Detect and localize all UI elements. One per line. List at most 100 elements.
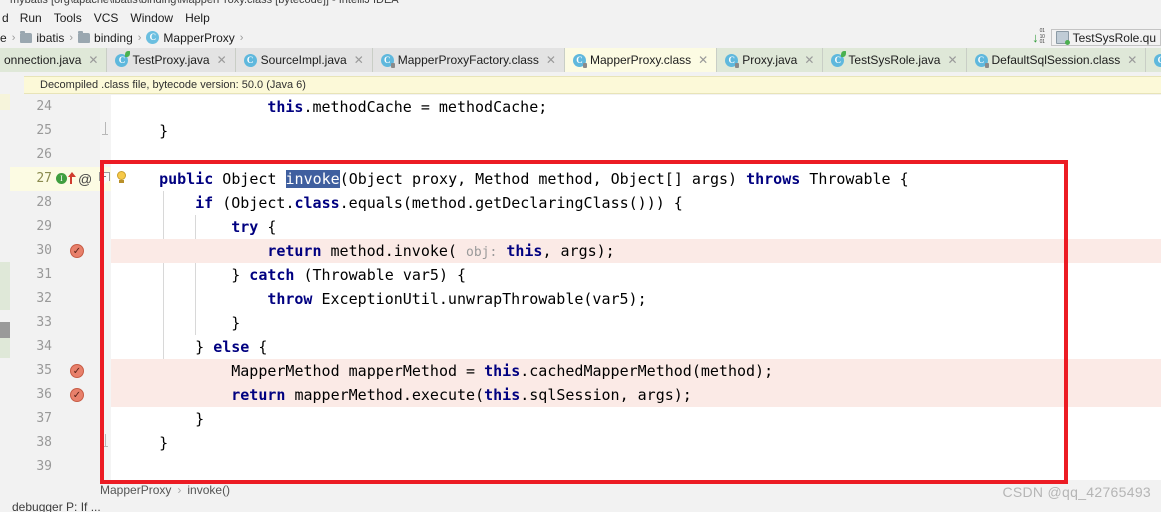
tab-defaultsqlsession-class[interactable]: C DefaultSqlSession.class ✕	[966, 48, 1147, 72]
code-line[interactable]: 33}	[10, 311, 1161, 335]
code-text[interactable]: throw ExceptionUtil.unwrapThrowable(var5…	[267, 287, 646, 311]
class-locked-icon: C	[572, 53, 587, 68]
bottom-breadcrumb-class[interactable]: MapperProxy	[100, 483, 171, 497]
code-line[interactable]: 26	[10, 143, 1161, 167]
code-token: (Object proxy, Method method, Object[] a…	[339, 170, 747, 188]
code-editor[interactable]: 24 this.methodCache = methodCache; 25} 26 27…	[10, 95, 1161, 480]
code-line[interactable]: 37}	[10, 407, 1161, 431]
code-text[interactable]: }	[195, 407, 204, 431]
breadcrumb-item-ibatis[interactable]: ibatis	[20, 30, 64, 45]
tab-label: SourceImpl.java	[260, 53, 347, 67]
code-line[interactable]: 25}	[10, 119, 1161, 143]
code-text[interactable]: } else {	[195, 335, 267, 359]
tab-mapperproxyfactory-class[interactable]: C MapperProxyFactory.class ✕	[372, 48, 565, 72]
code-text[interactable]: }	[159, 119, 168, 143]
tab-configuration-class[interactable]: C Configuration.class	[1146, 48, 1161, 72]
code-text[interactable]: }	[159, 431, 168, 455]
annotation-at-icon[interactable]: @	[78, 172, 92, 186]
breakpoint-glyph: ✓	[70, 244, 84, 258]
bottom-tool-strip: debugger P: If ...	[0, 500, 1161, 512]
code-line[interactable]: 36 ✓ return mapperMethod.execute(this.sqlS…	[10, 383, 1161, 407]
code-row-background	[111, 431, 1161, 455]
code-line[interactable]: 30 ✓ return method.invoke( obj: this, args…	[10, 239, 1161, 263]
code-token: {	[258, 218, 277, 236]
code-line[interactable]: 35 ✓ MapperMethod mapperMethod = this.cach…	[10, 359, 1161, 383]
code-text[interactable]: return method.invoke( obj: this, args);	[267, 239, 614, 263]
breadcrumb-item-clipped[interactable]: e	[0, 31, 7, 45]
parameter-hint: obj:	[466, 245, 498, 260]
keyword-token: catch	[249, 266, 295, 284]
code-text[interactable]: } catch (Throwable var5) {	[231, 263, 466, 287]
code-text[interactable]: }	[231, 311, 240, 335]
fold-collapse-icon[interactable]	[99, 172, 110, 185]
tab-sourceimpl-java[interactable]: C SourceImpl.java ✕	[235, 48, 373, 72]
bottom-breadcrumb-method[interactable]: invoke()	[187, 483, 230, 497]
code-line[interactable]: 29 try {	[10, 215, 1161, 239]
tab-label: MapperProxyFactory.class	[397, 53, 539, 67]
breakpoint-disabled-icon[interactable]: ✓	[70, 244, 84, 258]
code-token: .sqlSession, args);	[520, 386, 692, 404]
bytecode-viewer-icon[interactable]: ↓ 01 10 01	[1032, 27, 1045, 46]
close-icon[interactable]: ✕	[698, 53, 708, 67]
tab-connection-java[interactable]: onnection.java ✕	[0, 48, 108, 72]
strip-mark	[0, 262, 10, 310]
keyword-token: return	[231, 386, 286, 404]
override-method-icon[interactable]: I	[56, 173, 67, 184]
line-number: 30	[36, 243, 52, 258]
code-line[interactable]: 24 this.methodCache = methodCache;	[10, 95, 1161, 119]
code-token: }	[231, 266, 250, 284]
run-configuration-selector[interactable]: TestSysRole.qu	[1050, 29, 1161, 46]
code-line[interactable]: 31} catch (Throwable var5) {	[10, 263, 1161, 287]
close-icon[interactable]: ✕	[88, 53, 98, 67]
code-text[interactable]: this.methodCache = methodCache;	[267, 95, 547, 119]
keyword-token: class	[294, 194, 340, 212]
code-line[interactable]: 32 throw ExceptionUtil.unwrapThrowable(va…	[10, 287, 1161, 311]
fold-bar	[105, 122, 106, 134]
close-icon[interactable]: ✕	[1127, 53, 1137, 67]
close-icon[interactable]: ✕	[546, 53, 556, 67]
folder-icon	[78, 30, 91, 43]
menu-item-clipped[interactable]: d	[2, 9, 14, 27]
class-locked-icon: C	[974, 53, 989, 68]
strip-mark	[0, 338, 10, 358]
close-icon[interactable]: ✕	[354, 53, 364, 67]
close-icon[interactable]: ✕	[217, 53, 227, 67]
breakpoint-disabled-icon[interactable]: ✓	[70, 388, 84, 402]
breadcrumb-item-binding[interactable]: binding	[78, 30, 133, 45]
code-text[interactable]: MapperMethod mapperMethod = this.cachedM…	[231, 359, 773, 383]
tab-label: Proxy.java	[742, 53, 798, 67]
intention-lightbulb-icon[interactable]	[116, 171, 127, 184]
close-icon[interactable]: ✕	[804, 53, 814, 67]
implements-arrow-icon[interactable]	[68, 172, 76, 185]
fold-end-marker[interactable]	[102, 434, 108, 452]
menu-item-window[interactable]: Window	[124, 9, 179, 27]
code-token: }	[159, 434, 169, 452]
code-text[interactable]: try {	[231, 215, 276, 239]
menu-item-tools[interactable]: Tools	[48, 9, 88, 27]
breadcrumb-item-mapperproxy[interactable]: C MapperProxy	[146, 31, 235, 45]
breakpoint-disabled-icon[interactable]: ✓	[70, 364, 84, 378]
code-text[interactable]: return mapperMethod.execute(this.sqlSess…	[231, 383, 692, 407]
code-token: ExceptionUtil.unwrapThrowable(var5);	[312, 290, 647, 308]
tab-testproxy-java[interactable]: C TestProxy.java ✕	[107, 48, 236, 72]
code-line[interactable]: 34} else {	[10, 335, 1161, 359]
code-line[interactable]: 28 if (Object.class.equals(method.getDecl…	[10, 191, 1161, 215]
line-number: 29	[36, 219, 52, 234]
code-row-background	[111, 407, 1161, 431]
tab-proxy-java[interactable]: C Proxy.java ✕	[717, 48, 824, 72]
left-tool-strip[interactable]	[0, 72, 10, 497]
code-text[interactable]: if (Object.class.equals(method.getDeclar…	[195, 191, 683, 215]
menu-item-run[interactable]: Run	[14, 9, 48, 27]
code-token: mapperMethod.execute(	[285, 386, 485, 404]
menu-item-help[interactable]: Help	[179, 9, 216, 27]
code-text[interactable]: public Object invoke(Object proxy, Metho…	[159, 167, 909, 191]
menu-item-vcs[interactable]: VCS	[88, 9, 125, 27]
code-line[interactable]: 38}	[10, 431, 1161, 455]
binary-digits-icon: 01 10 01	[1039, 27, 1045, 46]
fold-end-marker[interactable]	[102, 122, 108, 140]
code-line[interactable]: 27 I @ public Object invoke(Object proxy, M…	[10, 167, 1161, 191]
close-icon[interactable]: ✕	[947, 53, 957, 67]
tab-testsysrole-java[interactable]: C TestSysRole.java ✕	[823, 48, 967, 72]
tab-mapperproxy-class[interactable]: C MapperProxy.class ✕	[564, 48, 718, 72]
code-line[interactable]: 39	[10, 455, 1161, 479]
